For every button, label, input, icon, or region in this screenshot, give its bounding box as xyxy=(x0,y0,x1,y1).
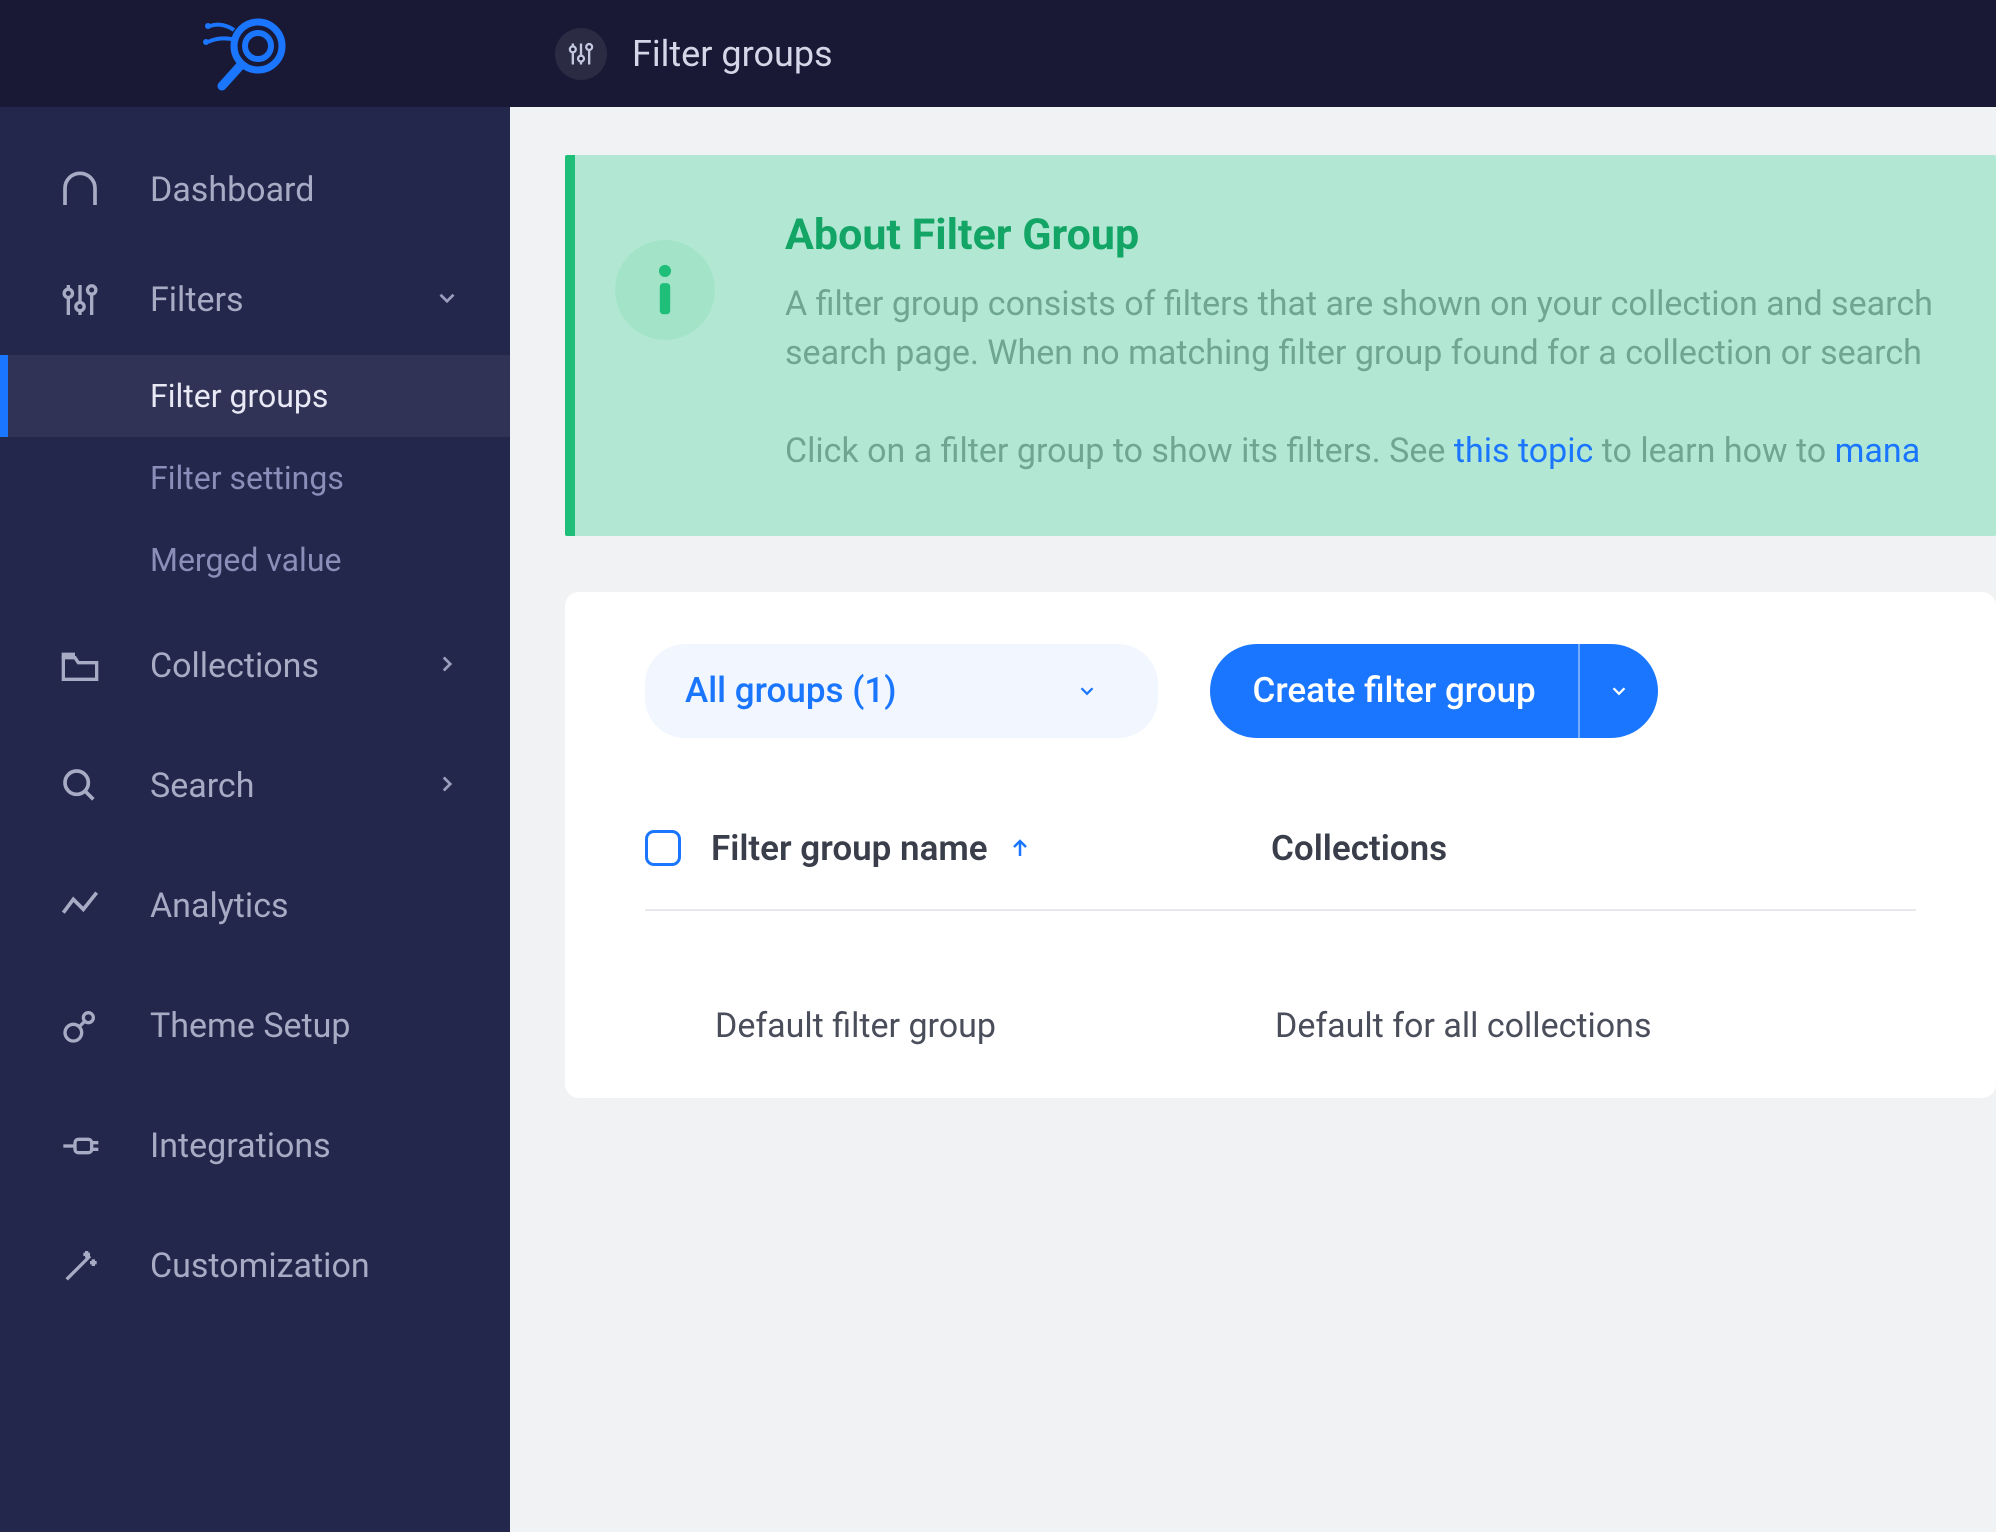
create-filter-group-button[interactable]: Create filter group xyxy=(1210,644,1657,738)
filter-groups-panel: All groups (1) Create filter group xyxy=(565,592,1996,1098)
sidebar-subitem-filter-settings[interactable]: Filter settings xyxy=(0,437,510,519)
info-title: About Filter Group xyxy=(785,210,1933,260)
dashboard-icon xyxy=(60,170,150,210)
search-icon xyxy=(60,766,150,806)
info-icon xyxy=(615,240,715,340)
app-logo[interactable] xyxy=(200,12,300,92)
column-header-name[interactable]: Filter group name xyxy=(711,828,1271,869)
sidebar-item-analytics[interactable]: Analytics xyxy=(0,851,510,961)
info-link-manage[interactable]: mana xyxy=(1835,431,1921,471)
chevron-down-icon xyxy=(1076,670,1098,711)
sidebar-item-integrations[interactable]: Integrations xyxy=(0,1091,510,1201)
select-all-checkbox[interactable] xyxy=(645,830,681,866)
sidebar-item-theme-setup[interactable]: Theme Setup xyxy=(0,971,510,1081)
info-link-topic[interactable]: this topic xyxy=(1454,431,1593,471)
sidebar-subitem-label: Filter settings xyxy=(150,459,344,497)
column-header-collections[interactable]: Collections xyxy=(1271,828,1447,869)
sidebar-item-search[interactable]: Search xyxy=(0,731,510,841)
sidebar: Dashboard Filters Filter groups xyxy=(0,107,510,1532)
page-title: Filter groups xyxy=(632,33,833,75)
sidebar-item-label: Integrations xyxy=(150,1126,510,1166)
sidebar-item-filters[interactable]: Filters xyxy=(0,245,510,355)
sidebar-item-label: Collections xyxy=(150,646,434,686)
create-button-label: Create filter group xyxy=(1210,644,1577,738)
folder-icon xyxy=(60,646,150,686)
theme-icon xyxy=(60,1006,150,1046)
sidebar-item-label: Analytics xyxy=(150,886,510,926)
sidebar-item-label: Filters xyxy=(150,280,434,320)
groups-filter-dropdown[interactable]: All groups (1) xyxy=(645,644,1158,738)
sort-asc-icon xyxy=(1008,828,1032,869)
dropdown-label: All groups (1) xyxy=(685,670,896,711)
info-text: A filter group consists of filters that … xyxy=(785,280,1933,329)
filters-icon xyxy=(60,280,150,320)
table-row[interactable]: Default filter group Default for all col… xyxy=(645,911,1916,1046)
sidebar-item-collections[interactable]: Collections xyxy=(0,611,510,721)
cell-filter-group-name: Default filter group xyxy=(715,1006,1275,1046)
main-content: About Filter Group A filter group consis… xyxy=(510,107,1996,1532)
sidebar-subitem-label: Merged value xyxy=(150,541,341,579)
create-button-dropdown[interactable] xyxy=(1578,644,1658,738)
sidebar-subitem-filter-groups[interactable]: Filter groups xyxy=(0,355,510,437)
sidebar-item-customization[interactable]: Customization xyxy=(0,1211,510,1321)
chevron-down-icon xyxy=(434,280,460,320)
sidebar-item-dashboard[interactable]: Dashboard xyxy=(0,135,510,245)
chevron-right-icon xyxy=(434,766,460,806)
sidebar-item-label: Theme Setup xyxy=(150,1006,510,1046)
info-banner: About Filter Group A filter group consis… xyxy=(565,155,1996,536)
info-text: search page. When no matching filter gro… xyxy=(785,329,1933,378)
topbar: Filter groups xyxy=(0,0,1996,107)
analytics-icon xyxy=(60,886,150,926)
table-header: Filter group name Collections xyxy=(645,828,1916,911)
plug-icon xyxy=(60,1126,150,1166)
filter-sliders-icon xyxy=(555,28,607,80)
sidebar-item-label: Search xyxy=(150,766,434,806)
sidebar-item-label: Dashboard xyxy=(150,170,510,210)
sidebar-subitem-label: Filter groups xyxy=(150,377,328,415)
chevron-right-icon xyxy=(434,646,460,686)
wand-icon xyxy=(60,1246,150,1286)
sidebar-item-label: Customization xyxy=(150,1246,510,1286)
info-text: Click on a filter group to show its filt… xyxy=(785,427,1933,476)
cell-collections: Default for all collections xyxy=(1275,1006,1652,1046)
sidebar-subitem-merged-value[interactable]: Merged value xyxy=(0,519,510,601)
